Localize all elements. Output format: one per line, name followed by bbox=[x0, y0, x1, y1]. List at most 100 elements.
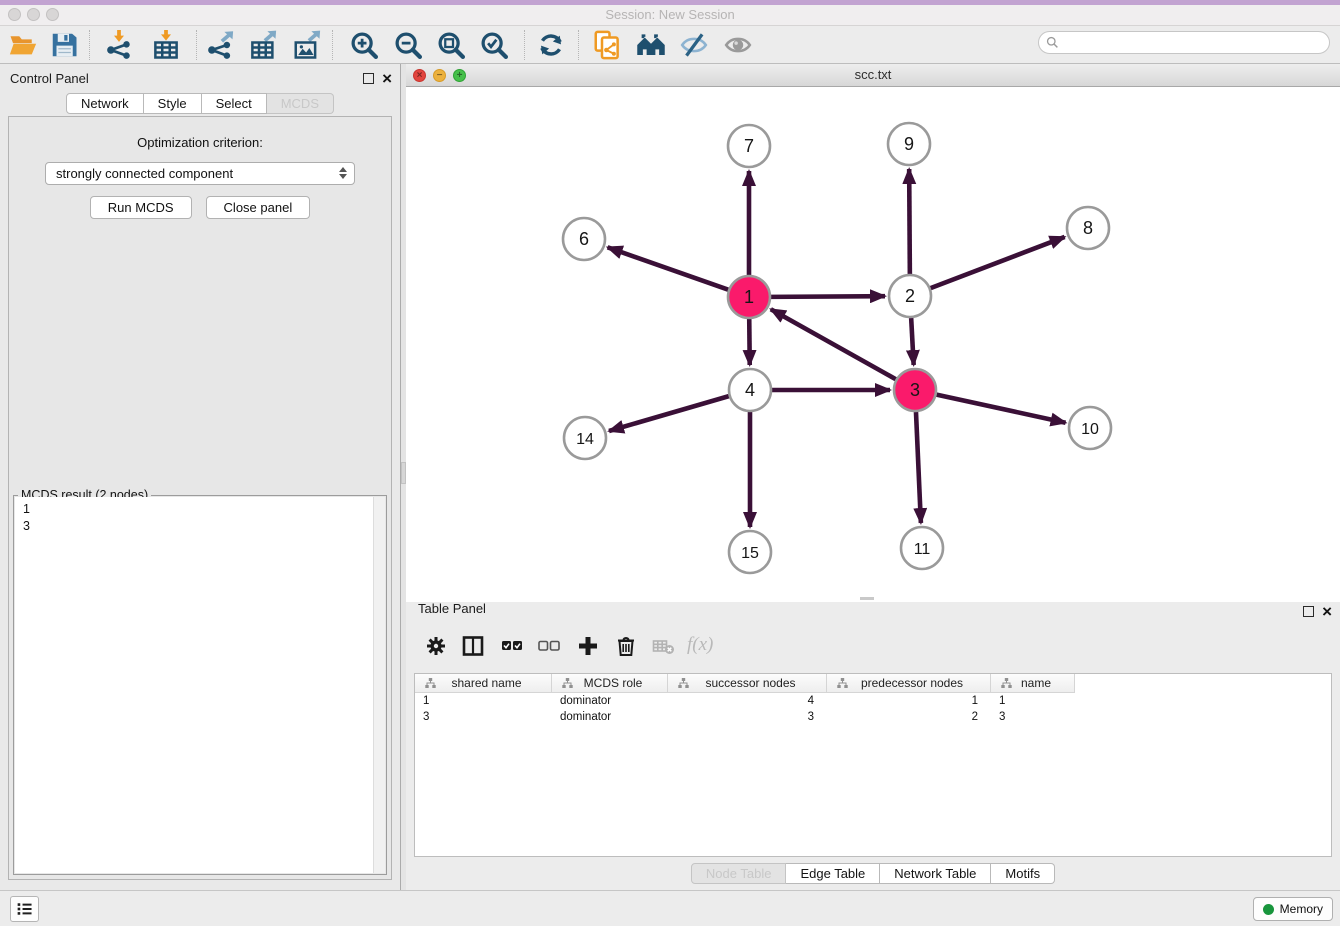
table-header-row: shared nameMCDS rolesuccessor nodesprede… bbox=[415, 674, 1331, 693]
column-header-name[interactable]: name bbox=[991, 674, 1075, 693]
table-panel-close-icon[interactable]: × bbox=[1322, 606, 1332, 617]
hide-panel-icon[interactable] bbox=[679, 30, 709, 60]
graph-node-4[interactable]: 4 bbox=[729, 369, 771, 411]
tab-style[interactable]: Style bbox=[144, 93, 202, 114]
table-row[interactable]: 1dominator411 bbox=[415, 693, 1331, 709]
graph-node-1[interactable]: 1 bbox=[728, 276, 770, 318]
optimization-criterion-label: Optimization criterion: bbox=[9, 135, 391, 150]
window-traffic-lights[interactable] bbox=[8, 8, 59, 21]
zoom-window-button[interactable] bbox=[46, 8, 59, 21]
network-zoom-button[interactable]: + bbox=[453, 69, 466, 82]
control-panel-float-icon[interactable] bbox=[363, 73, 374, 84]
graph-node-9[interactable]: 9 bbox=[888, 123, 930, 165]
settings-gear-icon[interactable] bbox=[424, 634, 448, 658]
column-header-predecessor-nodes[interactable]: predecessor nodes bbox=[827, 674, 991, 693]
edge-4-14[interactable] bbox=[609, 396, 729, 431]
zoom-selected-icon[interactable] bbox=[479, 30, 509, 60]
result-scrollbar[interactable] bbox=[373, 497, 385, 873]
edge-2-3[interactable] bbox=[911, 318, 914, 365]
table-cell: 4 bbox=[668, 693, 827, 709]
edge-3-10[interactable] bbox=[936, 395, 1065, 423]
tab-edge-table[interactable]: Edge Table bbox=[786, 863, 880, 884]
tab-network-table[interactable]: Network Table bbox=[880, 863, 991, 884]
svg-text:1: 1 bbox=[744, 287, 754, 307]
memory-button[interactable]: Memory bbox=[1253, 897, 1333, 921]
minimize-window-button[interactable] bbox=[27, 8, 40, 21]
edge-2-8[interactable] bbox=[931, 237, 1065, 288]
import-network-icon[interactable] bbox=[104, 30, 134, 60]
table-cell: 3 bbox=[668, 709, 827, 725]
network-window-titlebar[interactable]: × − + scc.txt bbox=[406, 64, 1340, 87]
node-table[interactable]: shared nameMCDS rolesuccessor nodesprede… bbox=[414, 673, 1332, 857]
graph-node-6[interactable]: 6 bbox=[563, 218, 605, 260]
import-table-icon[interactable] bbox=[151, 30, 181, 60]
svg-text:4: 4 bbox=[745, 380, 755, 400]
zoom-fit-icon[interactable] bbox=[436, 30, 466, 60]
select-all-checkbox-icon[interactable] bbox=[500, 634, 524, 658]
network-window-title: scc.txt bbox=[406, 64, 1340, 86]
zoom-in-icon[interactable] bbox=[349, 30, 379, 60]
graph-node-10[interactable]: 10 bbox=[1069, 407, 1111, 449]
search-input[interactable] bbox=[1063, 36, 1329, 50]
zoom-out-icon[interactable] bbox=[393, 30, 423, 60]
refresh-layout-icon[interactable] bbox=[536, 30, 566, 60]
graph-node-11[interactable]: 11 bbox=[901, 527, 943, 569]
task-history-button[interactable] bbox=[10, 896, 39, 922]
tab-network[interactable]: Network bbox=[66, 93, 144, 114]
home-graphspace-icon[interactable] bbox=[636, 30, 666, 60]
column-header-successor-nodes[interactable]: successor nodes bbox=[668, 674, 827, 693]
table-cell: dominator bbox=[552, 709, 668, 725]
graph-node-14[interactable]: 14 bbox=[564, 417, 606, 459]
edge-1-2[interactable] bbox=[771, 296, 885, 297]
search-field[interactable] bbox=[1038, 31, 1330, 54]
edge-3-11[interactable] bbox=[916, 412, 921, 523]
edge-1-6[interactable] bbox=[608, 247, 729, 289]
close-window-button[interactable] bbox=[8, 8, 21, 21]
optimization-criterion-select[interactable]: strongly connected component bbox=[45, 162, 355, 185]
tab-mcds[interactable]: MCDS bbox=[267, 93, 334, 114]
svg-text:8: 8 bbox=[1083, 218, 1093, 238]
application-window: Session: New Session bbox=[0, 0, 1340, 926]
show-panel-icon[interactable] bbox=[723, 30, 753, 60]
delete-table-icon bbox=[651, 634, 675, 658]
graph-node-15[interactable]: 15 bbox=[729, 531, 771, 573]
deselect-all-checkbox-icon[interactable] bbox=[537, 634, 561, 658]
table-cell: 1 bbox=[415, 693, 552, 709]
delete-column-trash-icon[interactable] bbox=[614, 634, 638, 658]
tab-select[interactable]: Select bbox=[202, 93, 267, 114]
network-graph[interactable]: 7 9 6 8 1 2 4 3 14 10 15 11 bbox=[406, 87, 1340, 597]
column-layout-icon[interactable] bbox=[461, 634, 485, 658]
table-panel-title: Table Panel bbox=[418, 601, 486, 616]
tab-node-table[interactable]: Node Table bbox=[691, 863, 787, 884]
edge-3-1[interactable] bbox=[771, 309, 896, 379]
export-network-icon[interactable] bbox=[205, 30, 235, 60]
add-column-icon[interactable] bbox=[576, 634, 600, 658]
column-header-MCDS-role[interactable]: MCDS role bbox=[552, 674, 668, 693]
tab-motifs[interactable]: Motifs bbox=[991, 863, 1055, 884]
svg-text:7: 7 bbox=[744, 136, 754, 156]
graph-node-8[interactable]: 8 bbox=[1067, 207, 1109, 249]
column-header-shared-name[interactable]: shared name bbox=[415, 674, 552, 693]
edge-2-9[interactable] bbox=[909, 169, 910, 274]
export-table-icon[interactable] bbox=[248, 30, 278, 60]
table-row[interactable]: 3dominator323 bbox=[415, 709, 1331, 725]
duplicate-network-icon[interactable] bbox=[592, 30, 622, 60]
graph-node-2[interactable]: 2 bbox=[889, 275, 931, 317]
graph-node-7[interactable]: 7 bbox=[728, 125, 770, 167]
table-panel-float-icon[interactable] bbox=[1303, 606, 1314, 617]
run-mcds-button[interactable]: Run MCDS bbox=[90, 196, 192, 219]
control-panel-close-icon[interactable]: × bbox=[382, 73, 392, 84]
network-canvas[interactable]: 7 9 6 8 1 2 4 3 14 10 15 11 bbox=[406, 87, 1340, 602]
optimization-criterion-value: strongly connected component bbox=[56, 166, 233, 181]
network-minimize-button[interactable]: − bbox=[433, 69, 446, 82]
table-cell: dominator bbox=[552, 693, 668, 709]
close-panel-button[interactable]: Close panel bbox=[206, 196, 311, 219]
save-session-icon[interactable] bbox=[49, 30, 79, 60]
memory-status-icon bbox=[1263, 904, 1274, 915]
open-session-icon[interactable] bbox=[8, 30, 38, 60]
network-close-button[interactable]: × bbox=[413, 69, 426, 82]
network-view-window: × − + scc.txt 7 9 6 8 1 2 4 3 14 10 15 11 bbox=[406, 64, 1340, 597]
mcds-result-list[interactable]: 13 bbox=[15, 497, 385, 873]
export-image-icon[interactable] bbox=[292, 30, 322, 60]
graph-node-3[interactable]: 3 bbox=[894, 369, 936, 411]
